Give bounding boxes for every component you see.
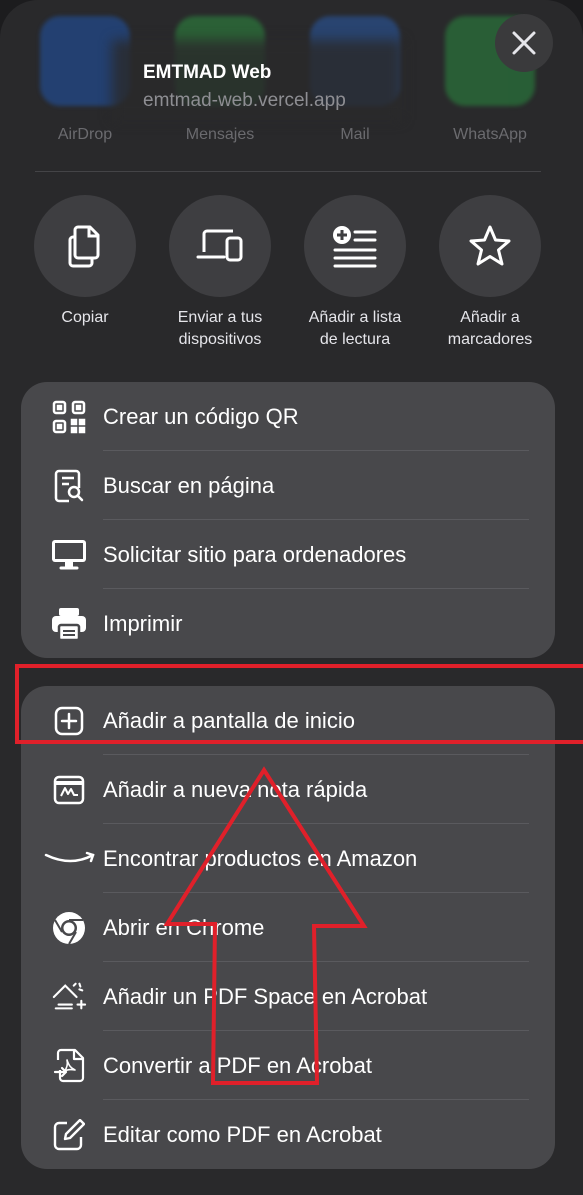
copy-icon [68,225,100,268]
action-circle [439,195,541,297]
action-circle [169,195,271,297]
menu-group-1: Crear un código QR Buscar en página Soli… [21,382,555,658]
menu-item-print[interactable]: Imprimir [21,589,555,658]
action-label: Enviar a tus dispositivos [177,309,263,348]
annotation-highlight-box [15,664,583,744]
menu-group-2: Añadir a pantalla de inicio Añadir a nue… [21,686,555,1169]
menu-item-open-in-chrome[interactable]: Abrir en Chrome [21,893,555,962]
action-circle [34,195,136,297]
share-sheet: AirDrop Mensajes Mail WhatsApp EMTMAD We… [0,0,583,1195]
menu-item-convert-pdf[interactable]: Convertir a PDF en Acrobat [21,1031,555,1100]
qr-code-icon [51,399,87,435]
divider [35,171,541,172]
menu-item-edit-pdf[interactable]: Editar como PDF en Acrobat [21,1100,555,1169]
menu-item-label: Crear un código QR [103,403,299,429]
menu-item-label: Encontrar productos en Amazon [103,845,418,871]
app-label: AirDrop [57,126,113,143]
action-label: Copiar [61,309,109,326]
add-bookmark-button[interactable]: Añadir a marcadores [423,195,557,351]
action-label: Añadir a marcadores [447,309,533,348]
action-label: Añadir a lista de lectura [308,309,402,348]
star-icon [469,225,511,266]
chrome-icon [51,910,87,946]
menu-item-amazon[interactable]: Encontrar productos en Amazon [21,824,555,893]
page-title: EMTMAD Web [143,62,272,83]
find-in-page-icon [51,468,87,504]
send-to-devices-button[interactable]: Enviar a tus dispositivos [153,195,287,351]
copy-button[interactable]: Copiar [18,195,152,329]
menu-item-qr[interactable]: Crear un código QR [21,382,555,451]
desktop-icon [51,537,87,573]
close-icon [512,31,536,55]
action-circle [304,195,406,297]
reading-list-icon [333,226,377,268]
menu-item-find-in-page[interactable]: Buscar en página [21,451,555,520]
edit-pdf-icon [51,1117,87,1153]
menu-item-request-desktop[interactable]: Solicitar sitio para ordenadores [21,520,555,589]
printer-icon [51,606,87,642]
add-to-reading-list-button[interactable]: Añadir a lista de lectura [288,195,422,351]
devices-icon [196,229,243,262]
menu-item-label: Añadir a nueva nota rápida [103,776,368,802]
menu-item-quick-note[interactable]: Añadir a nueva nota rápida [21,755,555,824]
close-button[interactable] [495,14,553,72]
menu-item-label: Editar como PDF en Acrobat [103,1121,382,1147]
menu-item-label: Solicitar sitio para ordenadores [103,541,407,567]
menu-item-label: Imprimir [103,610,183,636]
share-header: EMTMAD Web emtmad-web.vercel.app [125,52,455,132]
menu-item-pdf-space[interactable]: Añadir un PDF Space en Acrobat [21,962,555,1031]
menu-item-label: Convertir a PDF en Acrobat [103,1052,373,1078]
amazon-icon [43,841,99,877]
pdf-space-icon [51,979,87,1015]
page-url: emtmad-web.vercel.app [143,90,346,111]
menu-item-label: Abrir en Chrome [103,914,265,940]
convert-pdf-icon [51,1048,87,1084]
quick-note-icon [51,772,87,808]
menu-item-label: Buscar en página [103,472,275,498]
menu-item-label: Añadir un PDF Space en Acrobat [103,983,428,1009]
